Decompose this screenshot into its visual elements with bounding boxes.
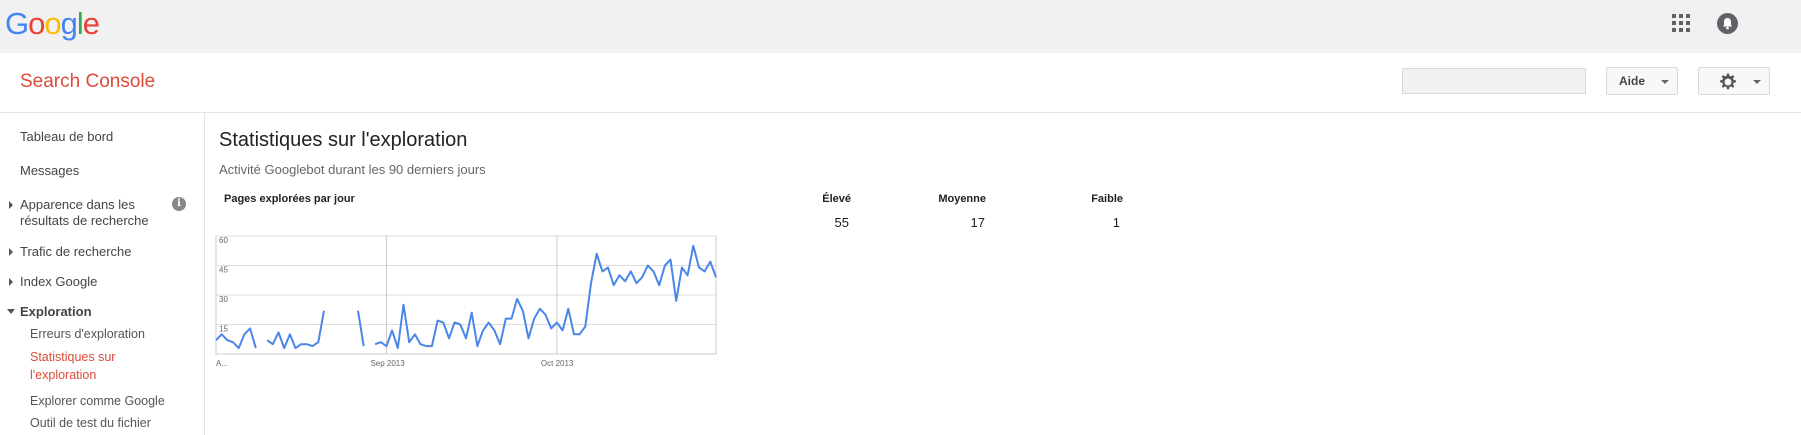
- sidebar: Tableau de bord Messages Apparence dans …: [0, 112, 205, 435]
- chart-title: Pages explorées par jour: [224, 193, 355, 205]
- sidebar-item-label: Statistiques sur: [30, 350, 116, 364]
- sidebar-item-search-appearance[interactable]: Apparence dans les résultats de recherch…: [20, 197, 149, 229]
- chart-y-tick-label: 45: [219, 266, 228, 275]
- product-title[interactable]: Search Console: [20, 71, 155, 93]
- settings-button[interactable]: [1698, 67, 1770, 95]
- apps-grid-icon[interactable]: [1672, 14, 1690, 32]
- logo-letter: g: [60, 6, 78, 41]
- page-subtitle: Activité Googlebot durant les 90 dernier…: [219, 162, 486, 177]
- chart-x-tick-label: Oct 2013: [541, 359, 574, 368]
- google-bar: Google: [0, 0, 1801, 53]
- logo-letter: o: [44, 6, 61, 41]
- info-icon[interactable]: i: [172, 197, 186, 211]
- search-input[interactable]: [1402, 68, 1586, 94]
- chevron-right-icon[interactable]: [9, 248, 13, 256]
- stat-low-label: Faible: [1091, 193, 1123, 205]
- stat-average-label: Moyenne: [938, 193, 986, 205]
- stat-low-value: 1: [1112, 215, 1120, 230]
- help-button[interactable]: Aide: [1606, 67, 1678, 95]
- sidebar-item-search-traffic[interactable]: Trafic de recherche: [20, 244, 132, 260]
- chart-x-tick-label: A...: [216, 359, 228, 368]
- sidebar-item-crawl[interactable]: Exploration: [20, 304, 92, 320]
- chart-y-tick-label: 15: [219, 325, 228, 334]
- chevron-down-icon[interactable]: [7, 309, 15, 314]
- chart-series-line: [266, 310, 325, 350]
- chevron-down-icon: [1661, 80, 1669, 84]
- sidebar-subitem-crawl-errors[interactable]: Erreurs d'exploration: [30, 325, 145, 343]
- sidebar-item-messages[interactable]: Messages: [20, 163, 79, 179]
- stat-high-value: 55: [834, 215, 849, 230]
- bell-icon[interactable]: [1717, 13, 1738, 34]
- google-logo[interactable]: Google: [5, 6, 100, 42]
- sidebar-item-google-index[interactable]: Index Google: [20, 274, 97, 290]
- chart-series-line: [357, 310, 365, 347]
- logo-letter: o: [28, 6, 45, 41]
- page-title: Statistiques sur l'exploration: [219, 129, 468, 151]
- chevron-down-icon: [1753, 80, 1761, 84]
- logo-letter: e: [82, 6, 100, 41]
- stat-high-label: Élevé: [822, 193, 851, 205]
- sidebar-item-label: Apparence dans les: [20, 197, 135, 212]
- chart-series-line: [374, 244, 717, 350]
- stat-average-value: 17: [970, 215, 985, 230]
- chevron-right-icon[interactable]: [9, 201, 13, 209]
- chart-y-tick-label: 60: [219, 236, 228, 245]
- sidebar-subitem-robots-tester[interactable]: Outil de test du fichier: [30, 414, 151, 432]
- chart-x-tick-label: Sep 2013: [370, 359, 405, 368]
- chevron-right-icon[interactable]: [9, 278, 13, 286]
- chart-y-tick-label: 30: [219, 295, 228, 304]
- console-header: Search Console Aide: [0, 53, 1801, 113]
- sidebar-item-label: résultats de recherche: [20, 213, 149, 228]
- sidebar-subitem-crawl-stats[interactable]: Statistiques sur l'exploration: [30, 348, 115, 384]
- crawl-chart: 60 45 30 15 A... Sep 2013 Oct 2013: [215, 235, 717, 368]
- sidebar-item-dashboard[interactable]: Tableau de bord: [20, 129, 113, 145]
- sidebar-item-label: l'exploration: [30, 368, 97, 382]
- help-button-label: Aide: [1619, 74, 1646, 88]
- logo-letter: G: [5, 6, 29, 41]
- sidebar-subitem-fetch-as-google[interactable]: Explorer comme Google: [30, 392, 165, 410]
- gear-icon: [1720, 73, 1736, 90]
